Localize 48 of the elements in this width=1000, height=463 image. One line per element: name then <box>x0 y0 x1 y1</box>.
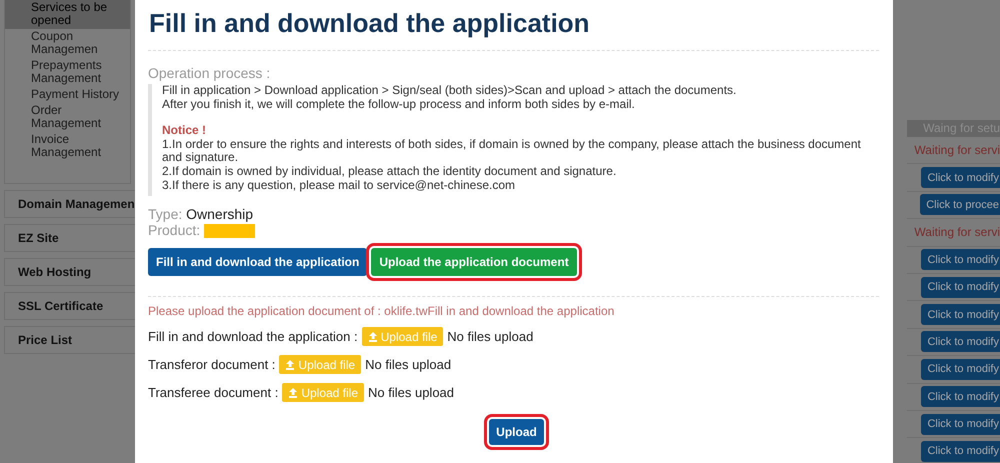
process-text: Fill in application > Download application > Sign/seal (both sides)>Scan and upload > attach the documents. <box>162 84 738 98</box>
upload-hint: Please upload the application document of : oklife.twFill in and download the application <box>148 296 879 318</box>
redaction-mark <box>204 224 256 238</box>
row-action-button[interactable]: Click to modify <box>921 304 1000 326</box>
upload-status: No files upload <box>368 385 454 400</box>
status-text: Waiting for servi <box>914 143 1000 158</box>
type-value: Ownership <box>186 206 254 222</box>
status-text: Waiting for servi <box>914 225 1000 240</box>
type-label: Type: <box>148 206 182 222</box>
notice-text: 2.If domain is owned by individual, please attach the identity document and signature. <box>162 164 618 179</box>
sidebar-section[interactable]: Web Hosting <box>4 258 135 286</box>
row-action-button[interactable]: Click to modify <box>921 440 1000 462</box>
upload-status: No files upload <box>365 357 452 372</box>
sidebar-item[interactable]: Prepayments Management <box>5 58 130 87</box>
sidebar-item[interactable]: Payment History <box>5 87 130 103</box>
row-action-button[interactable]: Click to modify <box>921 331 1000 352</box>
row-action-button[interactable]: Click to modify <box>921 358 1000 380</box>
upload-icon <box>368 332 378 342</box>
sidebar-item[interactable]: Services to be opened <box>5 0 130 29</box>
product-label: Product: <box>148 222 200 238</box>
upload-status: No files upload <box>447 329 534 344</box>
upload-icon <box>285 360 296 370</box>
upload-label: Transferor document : <box>148 357 276 372</box>
row-action-button[interactable]: Click to modify <box>921 386 1000 408</box>
upload-icon <box>288 388 298 398</box>
notice-text: 3.If there is any question, please mail to service@net-chinese.com <box>162 178 516 192</box>
upload-button[interactable]: Upload <box>489 419 544 446</box>
row-action-button[interactable]: Click to modify <box>921 414 1000 435</box>
process-text: After you finish it, we will complete the follow-up process and inform both sides by e-mail. <box>162 98 636 112</box>
row-action-button[interactable]: Click to modify <box>921 249 1000 270</box>
notice-title: Notice ! <box>162 124 208 138</box>
sidebar-item[interactable]: Order Management <box>5 103 130 132</box>
sidebar-section[interactable]: EZ Site <box>4 224 135 252</box>
sidebar-item[interactable]: Invoice Management <box>5 132 130 161</box>
notice-text: 1.In order to ensure the rights and interests of both sides, if domain is owned by the company, please attach the business document and signature. <box>162 138 862 165</box>
row-action-button[interactable]: Click to modify <box>921 276 1000 298</box>
action-button[interactable]: Fill in and download the application <box>148 248 368 276</box>
sidebar-section[interactable]: SSL Certificate <box>4 292 135 320</box>
action-button[interactable]: Upload the application document <box>371 248 577 276</box>
dialog-title: Fill in and download the application <box>149 7 591 40</box>
row-action-button[interactable]: Click to procee <box>920 194 1000 216</box>
row-action-button[interactable]: Click to modify <box>921 167 1000 188</box>
sidebar-section[interactable]: Price List <box>4 326 135 354</box>
upload-label: Fill in and download the application : <box>148 329 358 344</box>
upload-label: Transferee document : <box>148 385 278 400</box>
process-label: Operation process : <box>148 65 272 81</box>
sidebar-item[interactable]: Coupon Managemen <box>5 29 130 58</box>
sidebar-section[interactable]: Domain Managemen <box>4 190 135 218</box>
